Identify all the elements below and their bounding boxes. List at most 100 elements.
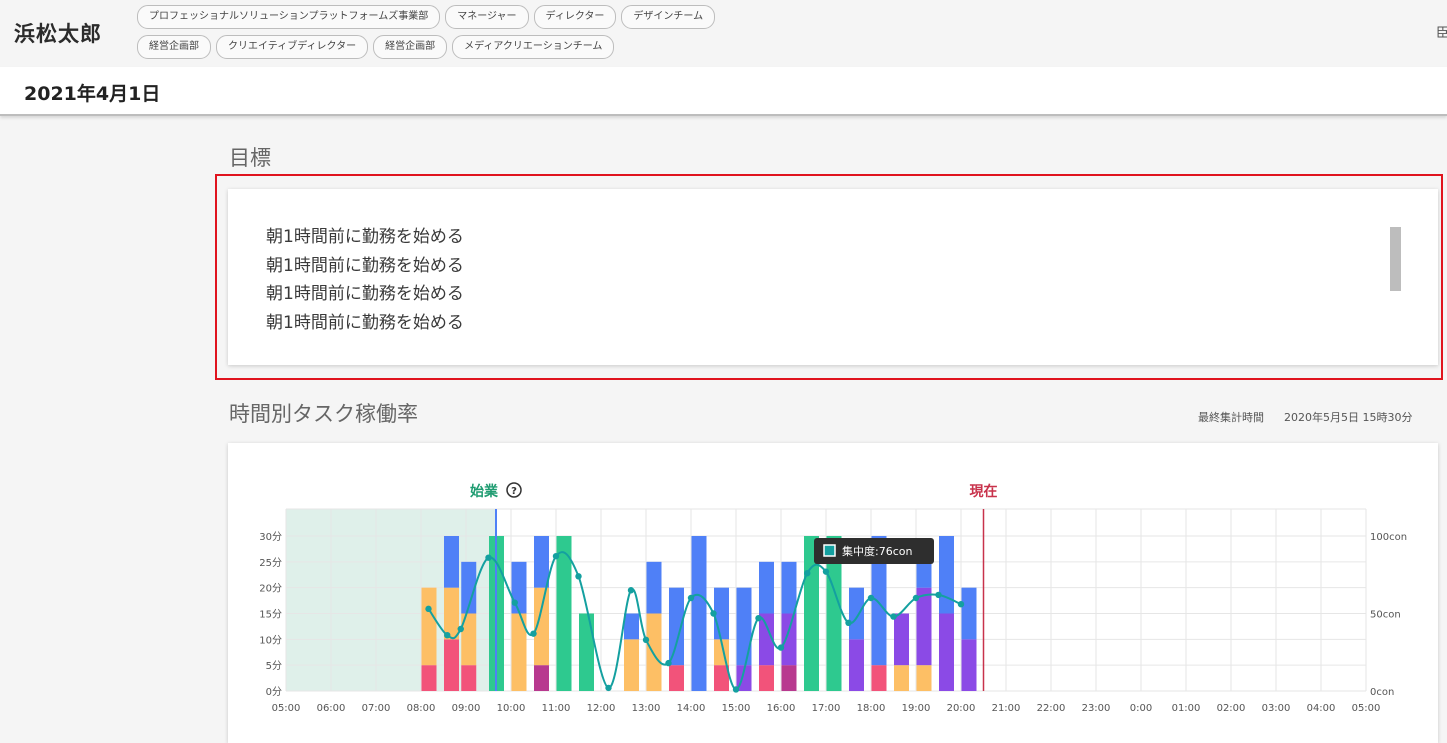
user-name: 浜松太郎: [14, 22, 102, 46]
bar-segment-pink[interactable]: [871, 665, 887, 691]
tag-planning-dept[interactable]: 経営企画部: [137, 35, 211, 59]
concentration-point[interactable]: [511, 599, 518, 606]
bar-segment-purple[interactable]: [849, 639, 864, 691]
y-left-tick-label: 30分: [259, 531, 282, 543]
x-tick-label: 11:00: [542, 703, 571, 714]
task-rate-chart: 始業? 現在集中度:76con 05:00 06:00 07:00 08:00 09:00 1…: [259, 482, 1407, 714]
bar-segment-blue[interactable]: [511, 561, 527, 614]
task-rate-chart-card: 始業? 現在集中度:76con 05:00 06:00 07:00 08:00 09:00 1…: [228, 443, 1438, 743]
concentration-point[interactable]: [710, 610, 717, 617]
x-tick-label: 09:00: [452, 703, 481, 714]
x-tick-label: 17:00: [812, 703, 841, 714]
y-right-tick-label: 50con: [1370, 610, 1401, 621]
bar-segment-blue[interactable]: [781, 561, 797, 614]
x-tick-label: 05:00: [1352, 703, 1381, 714]
concentration-point[interactable]: [425, 605, 432, 613]
tag-manager[interactable]: マネージャー: [445, 5, 529, 29]
bar-segment-purple[interactable]: [961, 639, 977, 691]
bar-segment-purple[interactable]: [939, 613, 954, 692]
y-right-tick-label: 100con: [1370, 532, 1407, 543]
bar-segment-blue[interactable]: [444, 536, 459, 588]
bar-segment-pink[interactable]: [759, 665, 774, 691]
bar-segment-pink[interactable]: [444, 639, 459, 691]
bar-segment-purple[interactable]: [894, 613, 909, 666]
tag-design-team[interactable]: デザインチーム: [621, 5, 716, 29]
tag-row-1: プロフェッショナルソリューションプラットフォームズ事業部 マネージャー ディレク…: [137, 5, 716, 29]
x-tick-label: 01:00: [1172, 703, 1201, 714]
concentration-point[interactable]: [642, 636, 650, 644]
bar-segment-orange[interactable]: [916, 665, 932, 691]
tooltip-text: 集中度:76con: [842, 544, 912, 558]
question-circle-icon[interactable]: ?: [506, 482, 522, 498]
tag-media-team[interactable]: メディアクリエーションチーム: [452, 35, 615, 59]
bar-segment-orange[interactable]: [421, 587, 437, 666]
concentration-point[interactable]: [935, 591, 942, 599]
bar-segment-pink[interactable]: [421, 665, 437, 691]
bar-segment-orange[interactable]: [646, 613, 662, 692]
bar-segment-blue[interactable]: [939, 536, 954, 614]
concentration-point[interactable]: [912, 594, 920, 602]
x-tick-label: 06:00: [317, 703, 346, 714]
bar-segment-blue[interactable]: [624, 613, 639, 640]
bar-segment-blue[interactable]: [916, 561, 932, 588]
concentration-point[interactable]: [627, 587, 635, 594]
x-tick-label: 20:00: [947, 703, 976, 714]
tag-director[interactable]: ディレクター: [533, 5, 617, 29]
goals-title: 目標: [229, 146, 271, 170]
bar-segment-orange[interactable]: [894, 665, 909, 691]
x-tick-label: 04:00: [1307, 703, 1336, 714]
tag-creative-director[interactable]: クリエイティブディレクター: [216, 35, 369, 59]
svg-text:?: ?: [511, 486, 517, 497]
concentration-point[interactable]: [755, 614, 762, 622]
bar-segment-magenta[interactable]: [781, 665, 797, 691]
concentration-point[interactable]: [957, 601, 965, 608]
start-marker-label: 始業: [470, 483, 499, 500]
bar-segment-magenta[interactable]: [534, 665, 549, 691]
bar-segment-green[interactable]: [579, 613, 594, 692]
bar-segment-blue[interactable]: [849, 587, 864, 640]
concentration-point[interactable]: [457, 625, 464, 633]
tag-division[interactable]: プロフェッショナルソリューションプラットフォームズ事業部: [137, 5, 441, 29]
concentration-point[interactable]: [575, 573, 582, 580]
concentration-point[interactable]: [890, 613, 897, 620]
y-right-tick-label: 0con: [1370, 687, 1394, 698]
concentration-point[interactable]: [732, 686, 740, 693]
y-left-tick-label: 15分: [259, 609, 282, 621]
x-tick-label: 08:00: [407, 703, 436, 714]
concentration-point[interactable]: [552, 552, 560, 560]
concentration-point[interactable]: [444, 632, 451, 639]
bar-segment-blue[interactable]: [961, 587, 977, 640]
x-tick-label: 13:00: [632, 703, 661, 714]
bar-segment-blue[interactable]: [534, 536, 549, 588]
bar-segment-green[interactable]: [556, 536, 572, 691]
concentration-point[interactable]: [605, 684, 612, 692]
date-bar: 2021年4月1日: [0, 67, 1447, 116]
bar-segment-blue[interactable]: [691, 536, 707, 691]
concentration-point[interactable]: [845, 619, 852, 626]
y-left-tick-label: 5分: [266, 660, 282, 672]
bar-segment-orange[interactable]: [444, 587, 459, 640]
concentration-point[interactable]: [530, 630, 537, 637]
task-rate-title: 時間別タスク稼働率: [229, 402, 418, 426]
bar-segment-blue[interactable]: [646, 561, 662, 614]
x-tick-label: 15:00: [722, 703, 751, 714]
concentration-point[interactable]: [665, 659, 672, 667]
tag-planning-dept-2[interactable]: 経営企画部: [373, 35, 448, 59]
x-tick-label: 03:00: [1262, 703, 1291, 714]
bar-segment-pink[interactable]: [669, 665, 684, 691]
bar-segment-purple[interactable]: [781, 613, 797, 666]
concentration-point[interactable]: [867, 594, 875, 602]
bar-segment-blue[interactable]: [759, 561, 774, 614]
tag-row-2: 経営企画部 クリエイティブディレクター 経営企画部 メディアクリエーションチーム: [137, 35, 615, 59]
concentration-point[interactable]: [687, 594, 695, 602]
x-tick-label: 0:00: [1130, 703, 1152, 714]
concentration-point[interactable]: [485, 554, 492, 561]
x-tick-label: 07:00: [362, 703, 391, 714]
bar-segment-orange[interactable]: [624, 639, 639, 691]
concentration-point[interactable]: [777, 644, 785, 651]
bar-segment-pink[interactable]: [461, 665, 477, 691]
concentration-point[interactable]: [804, 570, 811, 577]
now-marker-label: 現在: [970, 483, 998, 500]
bar-segment-blue[interactable]: [736, 587, 752, 666]
concentration-point[interactable]: [822, 568, 830, 575]
